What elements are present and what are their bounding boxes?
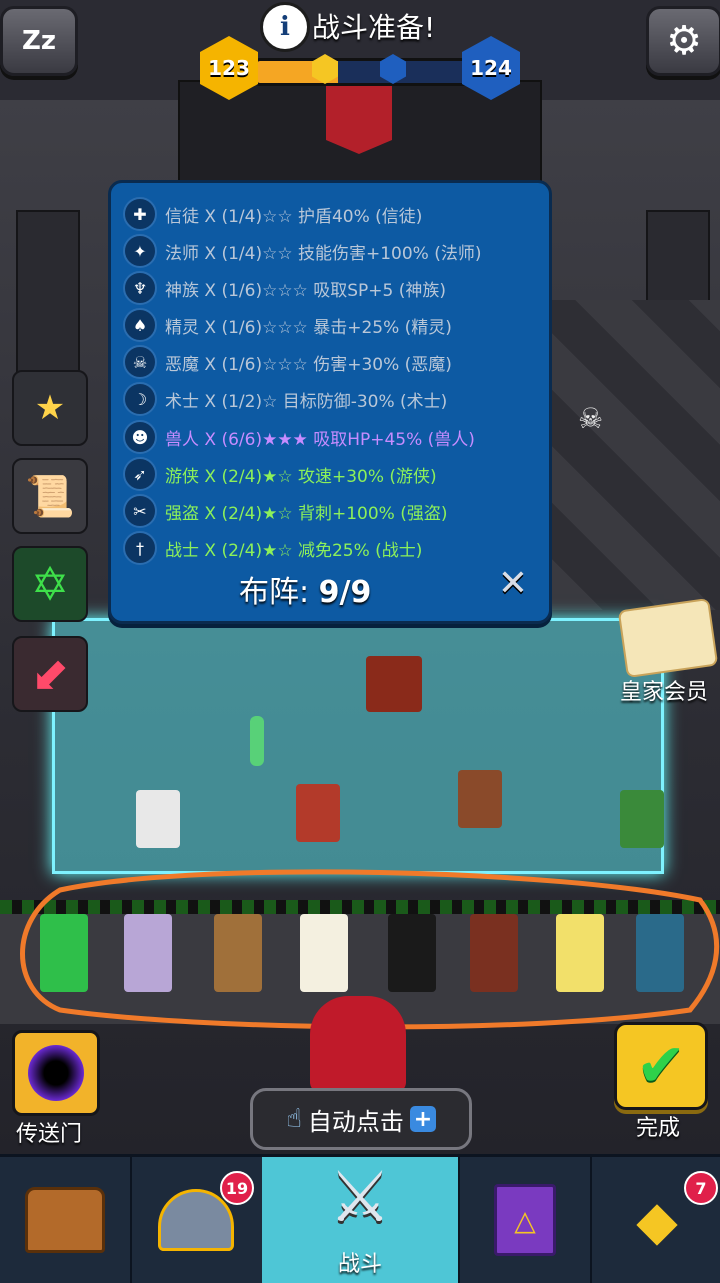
collapse-arrow-button[interactable]: ⬋: [12, 636, 88, 712]
crossed-swords-icon: ⚔: [328, 1156, 392, 1238]
battle-prep-title: 战斗准备!: [312, 11, 436, 44]
nav-battle-label: 战斗: [337, 1252, 382, 1277]
done-label: 完成: [636, 1116, 681, 1141]
wand-icon: ✦: [123, 234, 157, 268]
sleep-button[interactable]: Zz: [0, 6, 78, 76]
elf-icon: ♠: [123, 308, 157, 342]
portal-label: 传送门: [16, 1122, 83, 1147]
synergy-row: ✦ 法师 X (1/4)☆☆ 技能伤害+100% (法师): [123, 234, 481, 268]
hexagram-icon: ✡: [30, 557, 70, 611]
synergy-row: ✂ 强盗 X (2/4)★☆ 背刺+100% (强盗): [123, 494, 447, 528]
portal-button[interactable]: [12, 1030, 100, 1116]
synergy-text: 信徒 X (1/4)☆☆ 护盾40% (信徒): [165, 206, 423, 227]
quest-scroll-button[interactable]: 📜: [12, 458, 88, 534]
right-floor-blocks: [546, 300, 720, 610]
auto-click-button[interactable]: ☝ 自动点击 +: [250, 1088, 472, 1150]
sword-icon: †: [123, 531, 157, 565]
synergy-text: 兽人 X (6/6)★★★ 吸取HP+45% (兽人): [165, 429, 475, 450]
synergy-star-button[interactable]: ✡: [12, 546, 88, 622]
wings-icon: ♆: [123, 271, 157, 305]
daggers-icon: ✂: [123, 494, 157, 528]
synergy-panel: ✚ 信徒 X (1/4)☆☆ 护盾40% (信徒) ✦ 法师 X (1/4)☆☆…: [108, 180, 552, 624]
scroll-icon: 📜: [25, 473, 75, 520]
podium-star-icon: ★: [34, 388, 66, 428]
lineup-label: 布阵:: [239, 575, 310, 610]
synergy-text: 精灵 X (1/6)☆☆☆ 暴击+25% (精灵): [165, 317, 452, 338]
heroes-badge: 19: [220, 1171, 254, 1205]
synergy-row: ➶ 游侠 X (2/4)★☆ 攻速+30% (游侠): [123, 457, 437, 491]
synergy-row: † 战士 X (2/4)★☆ 减免25% (战士): [123, 531, 422, 565]
gear-icon: ⚙: [666, 18, 702, 64]
synergy-row: ✚ 信徒 X (1/4)☆☆ 护盾40% (信徒): [123, 197, 422, 231]
board-unit-green-elf[interactable]: [620, 790, 664, 848]
synergy-row: ☽ 术士 X (1/2)☆ 目标防御-30% (术士): [123, 382, 447, 416]
synergy-text: 游侠 X (2/4)★☆ 攻速+30% (游侠): [165, 466, 437, 487]
royal-card-icon[interactable]: [617, 597, 719, 679]
synergy-text: 战士 X (2/4)★☆ 减免25% (战士): [165, 540, 423, 561]
bottom-nav: 19 ⚔ 战斗 △ ◆ 7: [0, 1154, 720, 1283]
spellbook-icon: △: [494, 1184, 556, 1256]
checkmark-icon: ✔: [635, 1031, 687, 1101]
treasure-chest-icon: [25, 1187, 105, 1253]
synergy-row: ☻ 兽人 X (6/6)★★★ 吸取HP+45% (兽人): [123, 420, 475, 454]
nav-book[interactable]: △: [458, 1157, 590, 1283]
red-banner: [326, 84, 392, 154]
rank-button[interactable]: ★: [12, 370, 88, 446]
amulet-badge: 7: [684, 1171, 718, 1205]
skull-icon: ☠: [578, 402, 604, 435]
hammer-icon: ✚: [123, 197, 157, 231]
synergy-text: 恶魔 X (1/6)☆☆☆ 伤害+30% (恶魔): [165, 354, 452, 375]
demon-skull-icon: ☠: [123, 345, 157, 379]
auto-click-label: 自动点击: [307, 1107, 404, 1136]
done-button[interactable]: ✔: [614, 1022, 708, 1110]
nav-chest[interactable]: [0, 1157, 132, 1283]
nav-battle[interactable]: ⚔ 战斗: [262, 1157, 458, 1283]
bow-icon: ➶: [123, 457, 157, 491]
arrow-down-left-icon: ⬋: [30, 647, 70, 701]
game-scene: ☠ Zz ⚙ i 战斗准备! 123 124 ✚ 信徒 X (1/4)☆☆ 护盾…: [0, 0, 720, 1283]
red-dragon-figure: [310, 996, 406, 1092]
royal-member-label: 皇家会员: [620, 680, 709, 705]
nav-amulet[interactable]: ◆ 7: [590, 1157, 720, 1283]
synergy-text: 术士 X (1/2)☆ 目标防御-30% (术士): [165, 391, 448, 412]
sleep-zzz-icon: Zz: [22, 26, 56, 56]
settings-button[interactable]: ⚙: [646, 6, 720, 76]
synergy-row: ♠ 精灵 X (1/6)☆☆☆ 暴击+25% (精灵): [123, 308, 452, 342]
board-unit-red-demon[interactable]: [296, 784, 340, 842]
nav-heroes[interactable]: 19: [130, 1157, 264, 1283]
synergy-row: ♆ 神族 X (1/6)☆☆☆ 吸取SP+5 (神族): [123, 271, 446, 305]
plus-icon: +: [409, 1106, 436, 1132]
enemy-unit-red-mask: [366, 656, 422, 712]
board-unit-white-knight[interactable]: [136, 790, 180, 848]
green-slash-effect: [250, 716, 264, 766]
tap-hand-icon: ☝: [286, 1104, 302, 1134]
info-glyph: i: [280, 12, 290, 42]
synergy-text: 强盗 X (2/4)★☆ 背刺+100% (强盗): [165, 503, 448, 524]
black-hole-icon: [28, 1045, 84, 1101]
close-button[interactable]: ✕: [493, 562, 533, 604]
level-progress-bar: [254, 58, 474, 86]
info-icon[interactable]: i: [260, 2, 310, 52]
amulet-icon: ◆: [636, 1188, 678, 1252]
left-tower: [16, 210, 80, 384]
lineup-count: 布阵: 9/9: [239, 567, 371, 611]
synergy-text: 法师 X (1/4)☆☆ 技能伤害+100% (法师): [165, 243, 482, 264]
close-icon: ✕: [497, 562, 529, 604]
synergy-row: ☠ 恶魔 X (1/6)☆☆☆ 伤害+30% (恶魔): [123, 345, 452, 379]
lineup-value: 9/9: [318, 575, 372, 610]
orc-icon: ☻: [123, 420, 157, 454]
board-unit-brown-ranger[interactable]: [458, 770, 502, 828]
warlock-icon: ☽: [123, 382, 157, 416]
synergy-text: 神族 X (1/6)☆☆☆ 吸取SP+5 (神族): [165, 280, 446, 301]
